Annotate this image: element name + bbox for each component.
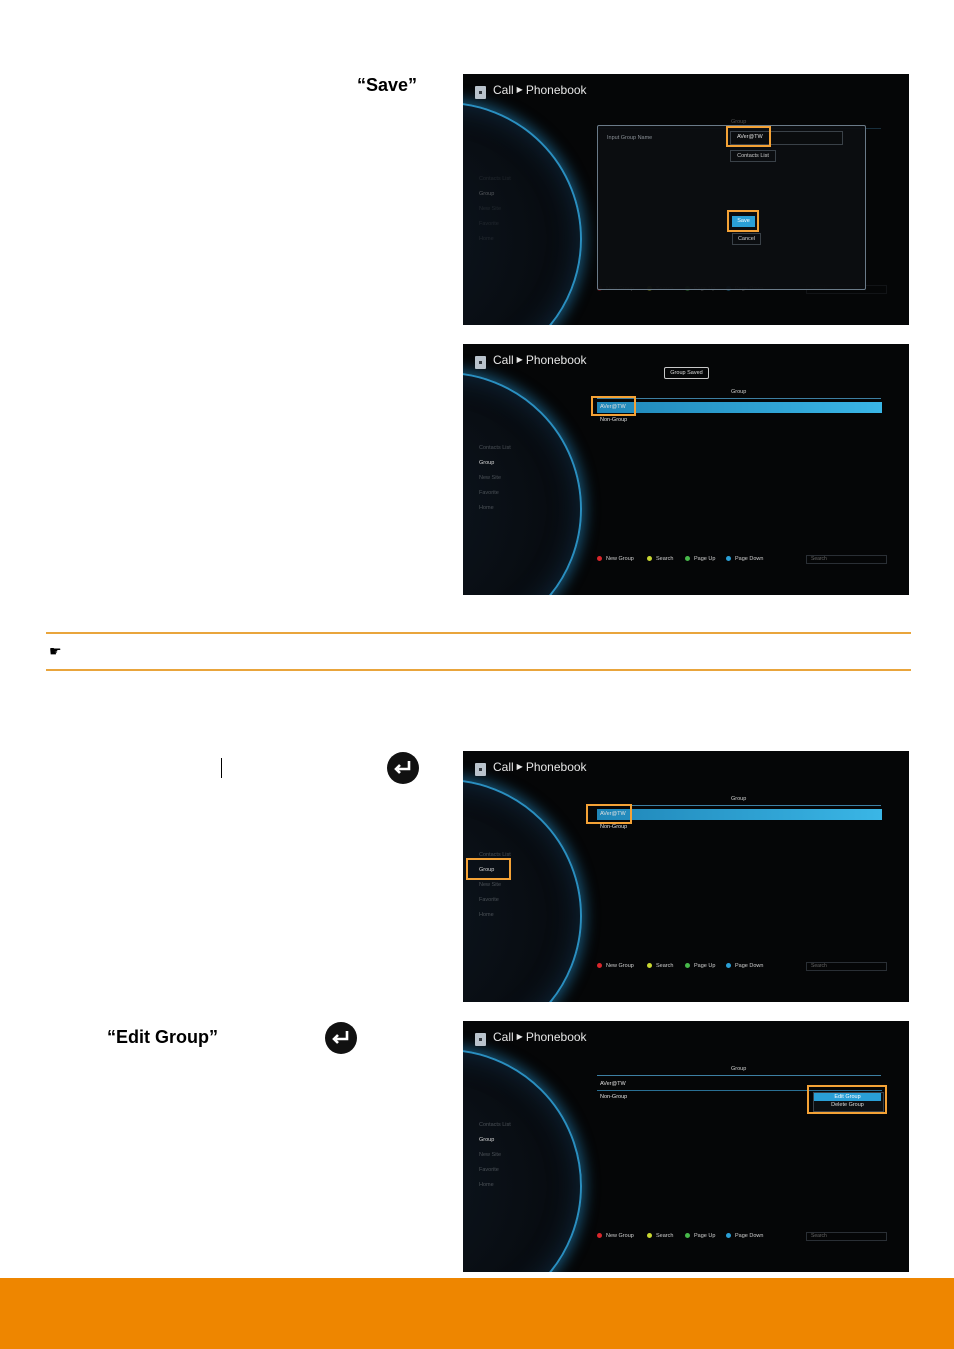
planet-decoration [463,372,582,595]
legend-page-up[interactable]: Page Up [685,556,715,562]
sidebar-item-new-site[interactable]: New Site [479,1152,501,1158]
highlight-box [726,126,771,147]
highlight-box [591,396,636,416]
legend-new-group[interactable]: New Group [597,963,634,969]
sidebar-item-contacts-list[interactable]: Contacts List [479,1122,511,1128]
header-line [597,805,881,806]
legend-page-down[interactable]: Page Down [726,556,763,562]
highlight-box [466,858,511,880]
sidebar-item-group[interactable]: Group [479,460,494,466]
enter-key-icon [325,1022,357,1054]
group-column-header: Group [731,796,747,802]
sidebar-item: Contacts List [479,176,511,182]
sidebar-item-home[interactable]: Home [479,912,494,918]
note-top-rule [46,632,911,634]
search-input[interactable]: Search [806,555,887,564]
highlight-box [807,1085,887,1114]
title-bar: Call ▶ Phonebook [493,83,587,97]
contacts-list-button[interactable]: Contacts List [730,150,776,162]
phonebook-icon [475,356,486,369]
sidebar-item-group[interactable]: Group [479,1137,494,1143]
legend-new-group[interactable]: New Group [597,556,634,562]
legend-search[interactable]: Search [647,963,673,969]
enter-key-icon [387,752,419,784]
header-line [597,398,881,399]
screenshot-edit-menu: Call ▶ Phonebook Contacts List Group New S… [463,1021,909,1272]
legend-page-down[interactable]: Page Down [726,1233,763,1239]
legend-search[interactable]: Search [647,1233,673,1239]
phonebook-icon [475,763,486,776]
footer-bar [0,1278,954,1349]
group-row[interactable]: Non-Group [600,1094,627,1100]
sidebar-item: Group [479,191,495,197]
legend-page-up[interactable]: Page Up [685,963,715,969]
phonebook-icon [475,1033,486,1046]
search-input[interactable]: Search [806,962,887,971]
sidebar-item-new-site[interactable]: New Site [479,882,501,888]
highlight-box [727,210,759,232]
title-bar: Call ▶ Phonebook [493,760,587,774]
screenshot-group-saved: Call ▶ Phonebook Group Saved Contacts List… [463,344,909,595]
legend-page-down[interactable]: Page Down [726,963,763,969]
highlight-box [586,804,632,824]
group-row[interactable]: Non-Group [600,417,627,423]
sidebar-item-contacts-list[interactable]: Contacts List [479,445,511,451]
sidebar-item-favorite[interactable]: Favorite [479,490,499,496]
note-bottom-rule [46,669,911,671]
legend-page-up[interactable]: Page Up [685,1233,715,1239]
text-cursor [221,758,222,778]
toast-group-saved: Group Saved [664,367,709,379]
planet-decoration [463,1049,582,1272]
title-bar: Call ▶ Phonebook [493,1030,587,1044]
sidebar-item: Favorite [479,221,499,227]
legend-search[interactable]: Search [647,556,673,562]
sidebar-item-favorite[interactable]: Favorite [479,1167,499,1173]
group-column-header: Group [731,1066,747,1072]
header-line [597,1075,881,1076]
hand-pointing-icon: ☛ [49,643,62,659]
sidebar-item-home[interactable]: Home [479,1182,494,1188]
group-column-header: Group [731,389,747,395]
sidebar-item-new-site[interactable]: New Site [479,475,501,481]
input-group-name-label: Input Group Name [607,135,653,141]
screenshot-select-group: Call ▶ Phonebook Contacts List Group New S… [463,751,909,1002]
selected-row-bar[interactable] [597,402,882,413]
title-bar: Call ▶ Phonebook [493,353,587,367]
group-row[interactable]: AVer@TW [600,1081,626,1087]
phonebook-icon [475,86,486,99]
cancel-button[interactable]: Cancel [732,233,761,245]
legend-new-group[interactable]: New Group [597,1233,634,1239]
planet-decoration [463,102,582,325]
save-caption: “Save” [357,75,418,95]
selected-row-bar[interactable] [597,809,882,820]
sidebar-item-favorite[interactable]: Favorite [479,897,499,903]
edit-group-caption: “Edit Group” [107,1027,218,1047]
sidebar-item-home[interactable]: Home [479,505,494,511]
search-input[interactable]: Search [806,1232,887,1241]
sidebar-item: New Site [479,206,502,212]
sidebar-item: Home [479,236,494,242]
group-row[interactable]: Non-Group [600,824,627,830]
screenshot-save-dialog: Call ▶ Phonebook Contacts List Group New S… [463,74,909,325]
planet-decoration [463,779,582,1002]
